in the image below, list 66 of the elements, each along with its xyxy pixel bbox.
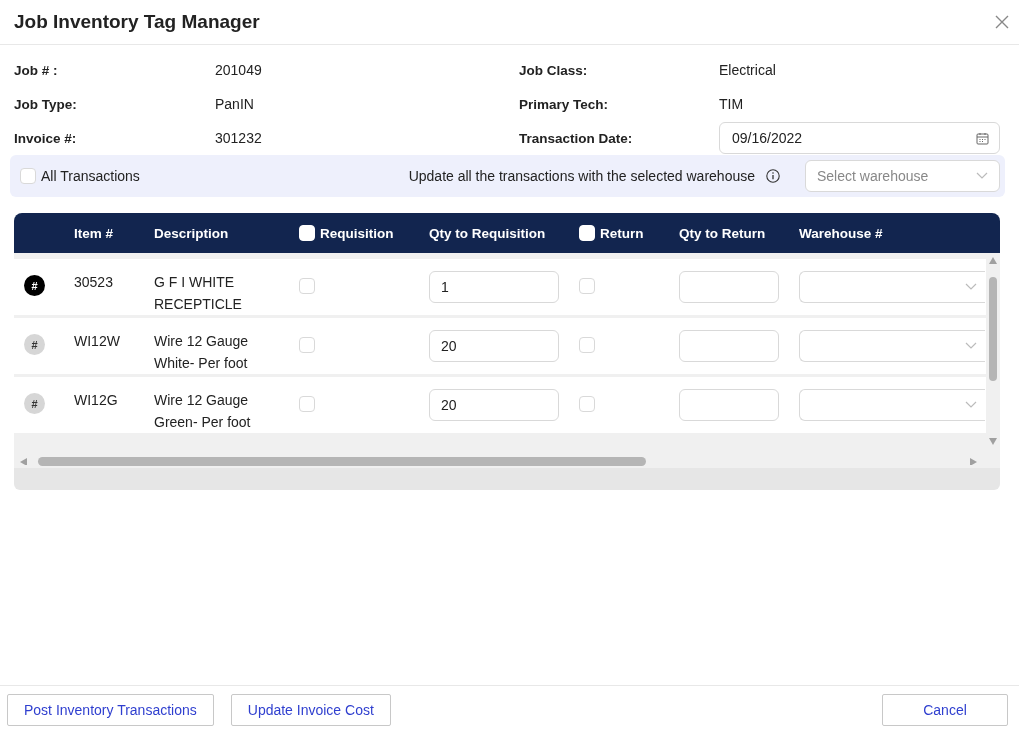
header-checkbox[interactable]: [299, 225, 315, 241]
field-label: Job # :: [14, 62, 58, 78]
column-header: Description: [154, 225, 230, 241]
field-label: Transaction Date:: [519, 130, 633, 146]
warehouse-select[interactable]: Select warehouse: [805, 160, 1000, 192]
quantity-field[interactable]: [679, 330, 779, 362]
item-number: 30523: [74, 273, 114, 292]
field-value: PanIN: [215, 96, 254, 112]
row-badge[interactable]: #: [24, 334, 45, 355]
quantity-field[interactable]: [679, 389, 779, 421]
field-value: TIM: [719, 96, 744, 112]
field-label: Invoice #:: [14, 130, 77, 146]
field-label: Job Class:: [519, 62, 588, 78]
checkbox-label: All Transactions: [41, 168, 140, 184]
return-checkbox[interactable]: [579, 337, 595, 353]
return-checkbox[interactable]: [579, 278, 595, 294]
field-value: 201049: [215, 62, 262, 78]
return-checkbox[interactable]: [579, 396, 595, 412]
hint-text: Update all the transactions with the selected warehouse: [408, 168, 755, 184]
item-description: Wire 12 Gauge White- Per foot: [154, 332, 250, 373]
quantity-field[interactable]: [679, 271, 779, 303]
close-button[interactable]: [993, 13, 1011, 31]
caret-icon: [976, 172, 988, 180]
action-button[interactable]: Post Inventory Transactions: [7, 694, 214, 726]
warehouse-select[interactable]: [799, 389, 985, 421]
column-header: Requisition: [320, 225, 394, 241]
row-badge[interactable]: #: [24, 275, 45, 296]
warehouse-select[interactable]: [799, 330, 985, 362]
cancel-button[interactable]: Cancel: [882, 694, 1008, 726]
window-title: Job Inventory Tag Manager: [14, 11, 260, 33]
column-header: Item #: [74, 225, 115, 241]
column-header: Warehouse #: [799, 225, 884, 241]
column-header: Return: [600, 225, 644, 241]
requisition-checkbox[interactable]: [299, 396, 315, 412]
scroll-down-icon: [989, 438, 997, 445]
vertical-scrollbar[interactable]: [986, 253, 1000, 455]
quantity-field[interactable]: 20: [429, 330, 559, 362]
item-description: Wire 12 Gauge Green- Per foot: [154, 391, 252, 432]
scroll-left-icon: [20, 458, 28, 465]
field-label: Primary Tech:: [519, 96, 609, 112]
field-value: 301232: [215, 130, 262, 146]
requisition-checkbox[interactable]: [299, 337, 315, 353]
column-header: Qty to Requisition: [429, 225, 547, 241]
field-value: Electrical: [719, 62, 776, 78]
horizontal-scrollbar[interactable]: [14, 455, 1000, 468]
checkbox[interactable]: [20, 168, 36, 184]
info-icon: [766, 169, 780, 183]
requisition-checkbox[interactable]: [299, 278, 315, 294]
calendar-icon: [976, 131, 989, 145]
item-number: WI12G: [74, 391, 119, 410]
item-number: WI12W: [74, 332, 121, 351]
scroll-right-icon: [970, 458, 978, 465]
row-badge[interactable]: #: [24, 393, 45, 414]
action-button[interactable]: Update Invoice Cost: [230, 694, 391, 726]
date-field[interactable]: 09/16/2022: [719, 122, 1000, 154]
warehouse-select[interactable]: [799, 271, 985, 303]
scroll-up-icon: [989, 257, 997, 264]
caret-icon: [965, 283, 977, 291]
caret-icon: [965, 342, 977, 350]
field-label: Job Type:: [14, 96, 77, 112]
item-description: G F I WHITE RECEPTICLE: [154, 273, 243, 314]
quantity-field[interactable]: 20: [429, 389, 559, 421]
column-header: Qty to Return: [679, 225, 767, 241]
header-checkbox[interactable]: [579, 225, 595, 241]
caret-icon: [965, 401, 977, 409]
quantity-field[interactable]: 1: [429, 271, 559, 303]
